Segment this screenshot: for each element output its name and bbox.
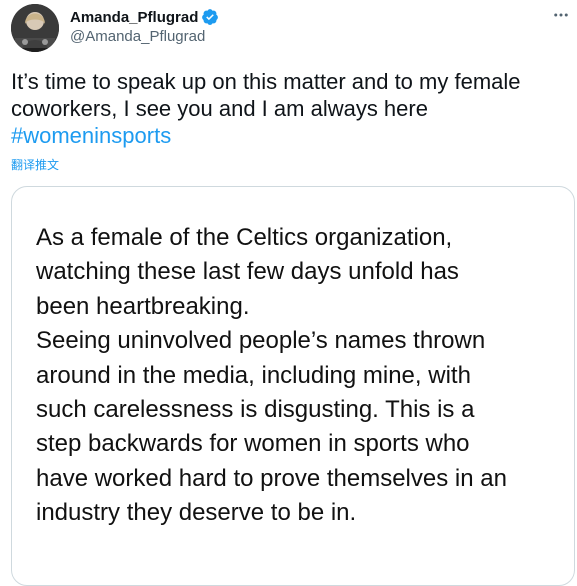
media-text-line: step backwards for women in sports who (36, 430, 470, 458)
media-text-line: industry they deserve to be in. (36, 499, 357, 527)
more-options-icon (554, 13, 568, 17)
media-text-line: around in the media, including mine, wit… (36, 361, 471, 389)
avatar-photo (11, 4, 59, 52)
more-options-button[interactable] (550, 4, 572, 26)
media-card[interactable]: As a female of the Celtics organization,… (11, 186, 575, 586)
media-text-line: have worked hard to prove themselves in … (36, 464, 507, 492)
media-text-line: Seeing uninvolved people’s names thrown (36, 327, 486, 355)
display-name[interactable]: Amanda_Pflugrad (70, 9, 198, 26)
avatar[interactable] (11, 4, 59, 52)
media-text-line: As a female of the Celtics organization, (36, 224, 453, 251)
media-text-line: watching these last few days unfold has (36, 258, 459, 286)
tweet-text: It’s time to speak up on this matter and… (11, 68, 566, 149)
user-handle[interactable]: @Amanda_Pflugrad (70, 28, 205, 45)
tweet-text-line: coworkers, I see you and I am always her… (11, 96, 428, 121)
tweet: Amanda_Pflugrad @Amanda_Pflugrad It’s ti… (0, 0, 577, 586)
media-text: As a female of the Celtics organization,… (36, 221, 566, 531)
tweet-text-line: It’s time to speak up on this matter and… (11, 69, 521, 94)
media-text-line: been heartbreaking. (36, 292, 250, 320)
translate-tweet-link[interactable]: 翻译推文 (11, 156, 59, 173)
name-row: Amanda_Pflugrad (70, 7, 219, 27)
hashtag-link[interactable]: #womeninsports (11, 122, 566, 149)
verified-badge-icon (202, 9, 219, 25)
media-text-line: such carelessness is disgusting. This is… (36, 396, 475, 424)
